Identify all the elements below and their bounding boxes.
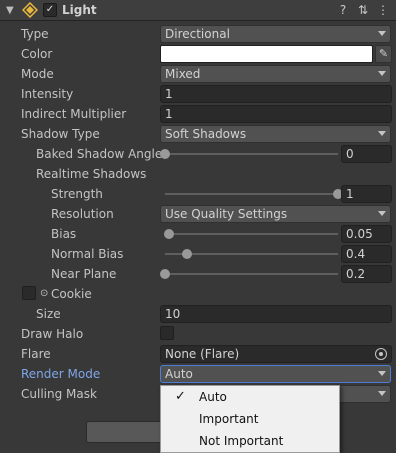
chevron-down-icon: [378, 211, 386, 216]
chevron-down-icon: [378, 131, 386, 136]
mode-label: Mode: [21, 67, 54, 81]
component-title: Light: [62, 3, 97, 17]
type-label: Type: [21, 27, 49, 41]
type-value: Directional: [165, 27, 230, 41]
row-strength: Strength 1: [0, 185, 396, 205]
baked-angle-slider-thumb[interactable]: [160, 149, 170, 159]
eyedropper-icon[interactable]: ✎: [375, 45, 392, 63]
row-bias: Bias 0.05: [0, 225, 396, 245]
mode-value: Mixed: [165, 67, 201, 81]
chevron-down-icon: [378, 371, 386, 376]
row-shadow-type: Shadow Type Soft Shadows: [0, 125, 396, 145]
row-intensity: Intensity 1: [0, 85, 396, 105]
color-label: Color: [21, 47, 53, 61]
fold-arrow-icon[interactable]: ▼: [6, 5, 14, 16]
component-header: ▼ ✓ Light ? ⇅ ⋮: [0, 0, 396, 21]
strength-slider-track[interactable]: [165, 193, 338, 195]
row-resolution: Resolution Use Quality Settings: [0, 205, 396, 225]
shadow-type-label: Shadow Type: [21, 127, 100, 141]
popup-item-not-important[interactable]: Not Important: [161, 430, 339, 452]
resolution-dropdown[interactable]: Use Quality Settings: [160, 205, 391, 223]
cookie-label: Cookie: [51, 287, 92, 301]
cookie-target-icon: ⊙: [40, 288, 49, 299]
resolution-label: Resolution: [51, 207, 114, 221]
strength-input[interactable]: 1: [341, 185, 392, 203]
intensity-label: Intensity: [21, 87, 74, 101]
near-plane-slider-track[interactable]: [165, 273, 338, 275]
popup-item-label: Auto: [199, 390, 227, 404]
row-normal-bias: Normal Bias 0.4: [0, 245, 396, 265]
popup-item-important[interactable]: Important: [161, 408, 339, 430]
row-type: Type Directional: [0, 25, 396, 45]
flare-label: Flare: [21, 347, 51, 361]
popup-item-label: Not Important: [199, 434, 284, 448]
intensity-input[interactable]: 1: [160, 85, 392, 103]
mode-dropdown[interactable]: Mixed: [160, 65, 391, 83]
checkmark-icon: ✓: [175, 389, 186, 404]
row-near-plane: Near Plane 0.2: [0, 265, 396, 285]
help-icon[interactable]: ?: [336, 3, 350, 17]
render-mode-value: Auto: [165, 367, 193, 381]
flare-object-field[interactable]: None (Flare): [160, 345, 392, 363]
normal-bias-label: Normal Bias: [51, 247, 124, 261]
render-mode-popup: ✓ Auto Important Not Important: [160, 385, 340, 453]
type-dropdown[interactable]: Directional: [160, 25, 391, 43]
baked-shadow-angle-label: Baked Shadow Angle: [36, 147, 163, 161]
normal-bias-input[interactable]: 0.4: [341, 245, 392, 263]
row-color: Color ✎: [0, 45, 396, 65]
object-picker-icon[interactable]: [375, 348, 387, 360]
row-realtime: Realtime Shadows: [0, 165, 396, 185]
preset-icon[interactable]: ⇅: [356, 3, 370, 17]
shadow-type-value: Soft Shadows: [165, 127, 247, 141]
render-mode-label: Render Mode: [21, 367, 101, 381]
cookie-slot[interactable]: [22, 286, 36, 300]
chevron-down-icon: [378, 31, 386, 36]
chevron-down-icon: [378, 71, 386, 76]
popup-item-auto[interactable]: ✓ Auto: [161, 386, 339, 408]
row-cookie: ⊙ Cookie: [0, 285, 396, 305]
size-label: Size: [36, 307, 61, 321]
indirect-multiplier-input[interactable]: 1: [160, 105, 392, 123]
row-render-mode: Render Mode Auto: [0, 365, 396, 385]
size-input[interactable]: 10: [160, 305, 392, 323]
menu-icon[interactable]: ⋮: [376, 3, 390, 17]
realtime-shadows-label: Realtime Shadows: [36, 167, 147, 181]
normal-bias-slider-thumb[interactable]: [182, 249, 193, 259]
bias-slider-track[interactable]: [165, 233, 338, 235]
near-plane-input[interactable]: 0.2: [341, 265, 392, 283]
light-icon: [22, 2, 38, 18]
color-swatch[interactable]: [160, 45, 373, 63]
shadow-type-dropdown[interactable]: Soft Shadows: [160, 125, 391, 143]
row-indirect: Indirect Multiplier 1: [0, 105, 396, 125]
flare-value: None (Flare): [165, 347, 240, 361]
near-plane-slider-thumb[interactable]: [160, 269, 170, 279]
baked-angle-input[interactable]: 0: [341, 145, 392, 163]
draw-halo-label: Draw Halo: [21, 327, 84, 341]
row-size: Size 10: [0, 305, 396, 325]
row-flare: Flare None (Flare): [0, 345, 396, 365]
row-baked-angle: Baked Shadow Angle 0: [0, 145, 396, 165]
enable-checkbox[interactable]: ✓: [43, 3, 57, 17]
popup-item-label: Important: [199, 412, 259, 426]
strength-label: Strength: [51, 187, 103, 201]
resolution-value: Use Quality Settings: [165, 207, 288, 221]
chevron-down-icon: [378, 391, 386, 396]
indirect-multiplier-label: Indirect Multiplier: [21, 107, 127, 121]
bias-label: Bias: [51, 227, 77, 241]
draw-halo-checkbox[interactable]: [160, 326, 174, 340]
row-draw-halo: Draw Halo: [0, 325, 396, 345]
row-mode: Mode Mixed: [0, 65, 396, 85]
baked-angle-slider-track[interactable]: [165, 153, 338, 155]
bias-slider-thumb[interactable]: [164, 229, 175, 239]
near-plane-label: Near Plane: [51, 267, 117, 281]
render-mode-dropdown[interactable]: Auto: [160, 365, 391, 383]
bias-input[interactable]: 0.05: [341, 225, 392, 243]
culling-mask-label: Culling Mask: [21, 387, 97, 401]
